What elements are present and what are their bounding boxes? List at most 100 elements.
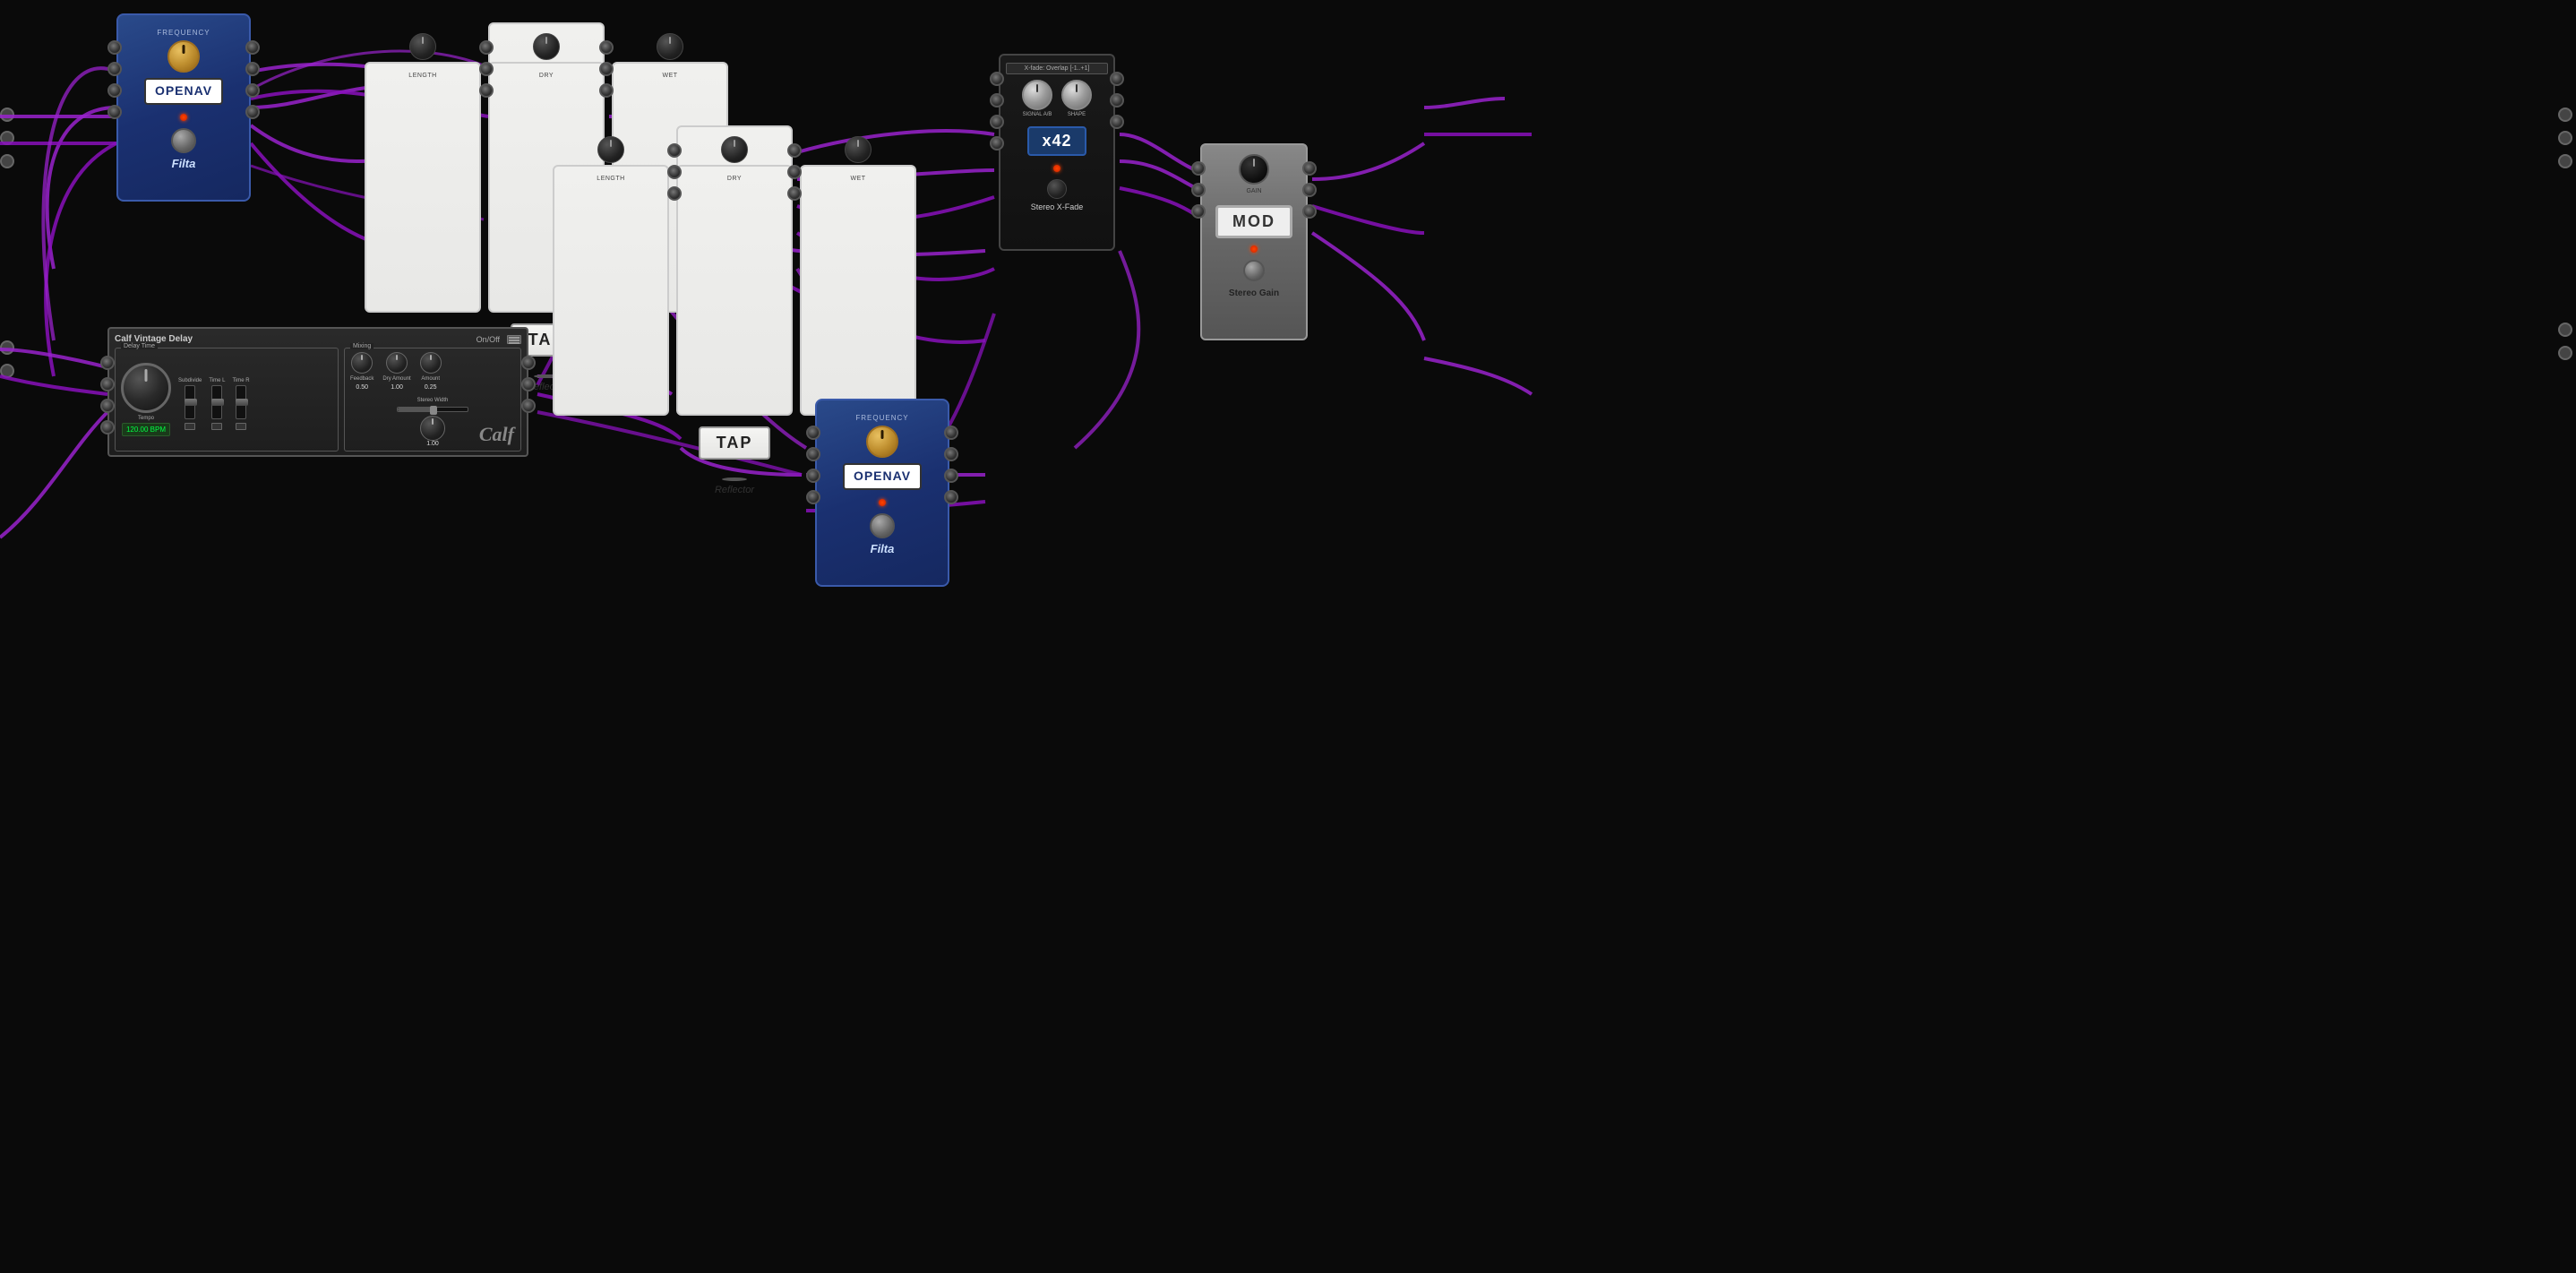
time-l-slider[interactable] [211, 385, 222, 419]
shape-label: SHAPE [1068, 112, 1086, 117]
stereo-width-knob[interactable] [420, 416, 445, 441]
mod-output-1 [1302, 161, 1317, 176]
r-edge-port-1 [2558, 108, 2572, 122]
amount-col: Amount 0.25 [420, 352, 442, 391]
calf-input-2 [100, 377, 115, 391]
r-top-input-1 [479, 40, 494, 55]
calf-output-3 [521, 399, 536, 413]
filta-pedal-right: FREQUENCY OPENAV Filta [815, 399, 949, 587]
calf-logo: Calf [479, 423, 514, 446]
footswitch[interactable] [171, 128, 196, 153]
time-l-value-box [211, 423, 222, 430]
length-knob-top[interactable] [409, 33, 436, 60]
pedal-name-right: Filta [871, 542, 895, 555]
feedback-label: Feedback [350, 376, 374, 382]
gain-label: GAIN [1246, 188, 1261, 194]
output-port-2 [245, 62, 260, 76]
dry-knob-mid[interactable] [721, 136, 748, 163]
calf-menu-btn[interactable] [507, 335, 521, 344]
xfade-led [1053, 165, 1060, 172]
power-led-right [879, 499, 886, 506]
reflector-footswitch-mid[interactable] [722, 477, 747, 481]
openav-logo: OPENAV [155, 83, 212, 98]
time-l-slider-col: Time L [209, 378, 225, 430]
input-port-4 [107, 105, 122, 119]
left-edge-ports [0, 108, 18, 168]
gain-knob[interactable] [1239, 154, 1269, 185]
xfade-name: Stereo X-Fade [1031, 202, 1084, 211]
right-edge-ports [2558, 108, 2576, 168]
power-led [180, 114, 187, 121]
calf-input-1 [100, 356, 115, 370]
tap-button-mid[interactable]: TAP [699, 426, 771, 460]
tempo-label: Tempo [138, 416, 154, 421]
frequency-knob-right[interactable] [866, 426, 898, 458]
filta-r-input-4 [806, 490, 820, 504]
r-mid-output-1 [787, 143, 802, 158]
dry-amount-knob[interactable] [386, 352, 408, 374]
shape-knob[interactable] [1061, 80, 1092, 110]
edge-port-1 [0, 108, 14, 122]
r-mid-output-2 [787, 165, 802, 179]
stereo-xfade-pedal: X-fade: Overlap [-1..+1] SIGNAL A/B SHAP… [999, 54, 1115, 251]
length-label-top: LENGTH [365, 62, 481, 313]
subdivide-label: Subdivide [178, 378, 202, 383]
filta-r-input-3 [806, 469, 820, 483]
footswitch-right[interactable] [870, 513, 895, 538]
frequency-knob[interactable] [167, 40, 200, 73]
filta-r-output-3 [944, 469, 958, 483]
time-r-slider[interactable] [236, 385, 246, 419]
r-top-output-1 [599, 40, 614, 55]
xfade-input-4 [990, 136, 1004, 151]
stereo-width-value: 1.00 [426, 441, 439, 447]
output-port-4 [245, 105, 260, 119]
mod-footswitch[interactable] [1243, 260, 1265, 281]
frequency-label: FREQUENCY [157, 29, 210, 37]
feedback-knob[interactable] [351, 352, 373, 374]
pedal-name: Filta [172, 157, 196, 170]
r-mid-input-2 [667, 165, 682, 179]
xfade-output-2 [1110, 93, 1124, 108]
openav-logo-right: OPENAV [854, 469, 911, 483]
xfade-footswitch[interactable] [1047, 179, 1067, 199]
wet-knob-top[interactable] [657, 33, 683, 60]
amount-knob[interactable] [420, 352, 442, 374]
edge-port-2 [0, 131, 14, 145]
filta-r-output-1 [944, 426, 958, 440]
signal-ab-knob[interactable] [1022, 80, 1052, 110]
amount-value: 0.25 [425, 384, 437, 391]
feedback-col: Feedback 0.50 [350, 352, 374, 391]
xfade-input-3 [990, 115, 1004, 129]
dry-label-mid: DRY [676, 165, 793, 416]
filta-r-input-2 [806, 447, 820, 461]
time-r-slider-col: Time R [232, 378, 249, 430]
mod-input-2 [1191, 183, 1206, 197]
edge-port-4 [0, 340, 14, 355]
bpm-display: 120.00 BPM [122, 423, 170, 436]
calf-output-2 [521, 377, 536, 391]
calf-input-3 [100, 399, 115, 413]
edge-port-3 [0, 154, 14, 168]
mod-output-2 [1302, 183, 1317, 197]
xfade-output-3 [1110, 115, 1124, 129]
input-port-2 [107, 62, 122, 76]
filta-r-input-1 [806, 426, 820, 440]
r-top-output-2 [599, 62, 614, 76]
output-port-1 [245, 40, 260, 55]
mixing-label: Mixing [350, 343, 374, 349]
dry-knob-top[interactable] [533, 33, 560, 60]
calf-delay-unit: Calf Vintage Delay On/Off Delay Time Tem… [107, 327, 528, 457]
reflector-name-mid: Reflector [715, 485, 754, 495]
r-top-output-3 [599, 83, 614, 98]
tempo-knob[interactable] [121, 363, 171, 413]
subdivide-slider[interactable] [185, 385, 195, 419]
calf-onoff[interactable]: On/Off [477, 335, 500, 344]
delay-time-section: Delay Time Tempo 120.00 BPM Subdivide Ti… [115, 348, 339, 452]
delay-time-label: Delay Time [121, 343, 158, 349]
wet-label-mid: WET [800, 165, 916, 416]
length-knob-mid[interactable] [597, 136, 624, 163]
x42-label: x42 [1027, 126, 1086, 156]
time-l-label: Time L [209, 378, 225, 383]
wet-knob-mid[interactable] [845, 136, 872, 163]
stereo-width-slider[interactable] [430, 406, 437, 415]
